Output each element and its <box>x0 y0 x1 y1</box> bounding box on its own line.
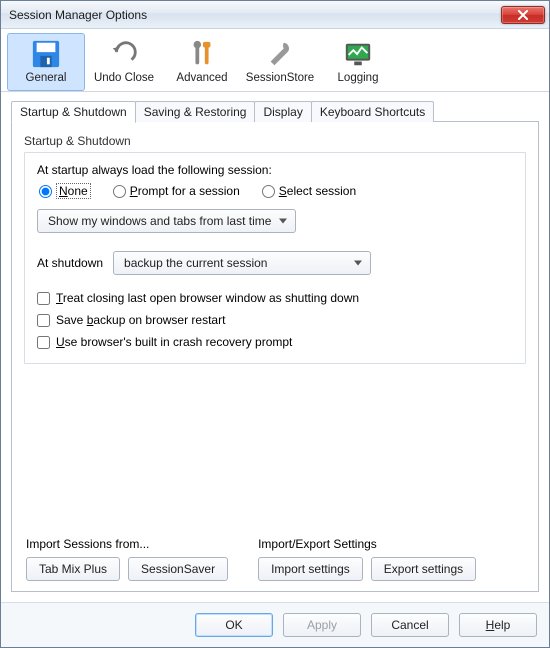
check-save-backup[interactable]: Save backup on browser restart <box>37 313 513 327</box>
group-title: Startup & Shutdown <box>24 134 526 148</box>
dialog-footer: OK Apply Cancel Help <box>1 602 549 647</box>
radio-prompt[interactable]: Prompt for a session <box>113 184 240 198</box>
import-export-section: Import/Export Settings Import settings E… <box>258 537 476 581</box>
maintab-label: SessionStore <box>246 72 314 84</box>
floppy-icon <box>30 38 62 70</box>
check-treat-close[interactable]: Treat closing last open browser window a… <box>37 291 513 305</box>
import-export-title: Import/Export Settings <box>258 537 476 551</box>
check-treat-close-input[interactable] <box>37 292 50 305</box>
radio-prompt-input[interactable] <box>113 185 126 198</box>
shutdown-label: At shutdown <box>37 256 103 270</box>
cancel-button[interactable]: Cancel <box>371 613 449 637</box>
undo-icon <box>108 38 140 70</box>
inner-tab-strip: Startup & Shutdown Saving & Restoring Di… <box>11 101 539 122</box>
maintab-label: Undo Close <box>94 72 154 84</box>
content-area: Startup & Shutdown Saving & Restoring Di… <box>1 92 549 602</box>
shutdown-dropdown[interactable]: backup the current session <box>113 251 371 275</box>
maintab-general[interactable]: General <box>7 33 85 91</box>
radio-none[interactable]: None <box>39 183 91 199</box>
check-crash-recovery-label: Use browser's built in crash recovery pr… <box>56 335 292 349</box>
close-button[interactable] <box>501 6 545 24</box>
apply-button[interactable]: Apply <box>283 613 361 637</box>
chevron-down-icon <box>354 261 362 266</box>
btn-sessionsaver[interactable]: SessionSaver <box>128 557 228 581</box>
shutdown-dropdown-value: backup the current session <box>124 256 267 270</box>
radio-select-input[interactable] <box>262 185 275 198</box>
maintab-sessionstore[interactable]: SessionStore <box>241 33 319 91</box>
radio-none-label: None <box>56 183 91 199</box>
tab-panel: Startup & Shutdown At startup always loa… <box>11 121 539 592</box>
options-window: Session Manager Options General Undo Clo… <box>0 0 550 648</box>
maintab-logging[interactable]: Logging <box>319 33 397 91</box>
btn-tabmixplus[interactable]: Tab Mix Plus <box>26 557 120 581</box>
tab-keyboard[interactable]: Keyboard Shortcuts <box>311 101 434 122</box>
check-save-backup-input[interactable] <box>37 314 50 327</box>
startup-dropdown[interactable]: Show my windows and tabs from last time <box>37 209 296 233</box>
monitor-icon <box>342 38 374 70</box>
tab-startup-shutdown[interactable]: Startup & Shutdown <box>11 101 136 123</box>
checkbox-list: Treat closing last open browser window a… <box>37 291 513 349</box>
tab-display[interactable]: Display <box>254 101 311 122</box>
import-sessions-title: Import Sessions from... <box>26 537 228 551</box>
help-button[interactable]: Help <box>459 613 537 637</box>
btn-export-settings[interactable]: Export settings <box>371 557 476 581</box>
close-icon <box>518 10 528 20</box>
maintab-advanced[interactable]: Advanced <box>163 33 241 91</box>
chevron-down-icon <box>279 219 287 224</box>
check-save-backup-label: Save backup on browser restart <box>56 313 225 327</box>
btn-import-settings[interactable]: Import settings <box>258 557 363 581</box>
check-crash-recovery[interactable]: Use browser's built in crash recovery pr… <box>37 335 513 349</box>
radio-prompt-label: Prompt for a session <box>130 184 240 198</box>
tools-icon <box>186 38 218 70</box>
radio-none-input[interactable] <box>39 185 52 198</box>
startup-shutdown-group: At startup always load the following ses… <box>24 152 526 364</box>
maintab-label: Advanced <box>176 72 227 84</box>
check-treat-close-label: Treat closing last open browser window a… <box>56 291 359 305</box>
radio-select-label: Select session <box>279 184 356 198</box>
startup-dropdown-value: Show my windows and tabs from last time <box>48 214 271 228</box>
startup-text: At startup always load the following ses… <box>37 163 513 177</box>
titlebar: Session Manager Options <box>1 1 549 29</box>
radio-select[interactable]: Select session <box>262 184 356 198</box>
maintab-label: General <box>26 72 67 84</box>
import-sessions-section: Import Sessions from... Tab Mix Plus Ses… <box>26 537 228 581</box>
maintab-undo-close[interactable]: Undo Close <box>85 33 163 91</box>
ok-button[interactable]: OK <box>195 613 273 637</box>
wrench-icon <box>264 38 296 70</box>
main-tab-bar: General Undo Close Advanced SessionStore… <box>1 29 549 92</box>
maintab-label: Logging <box>338 72 379 84</box>
window-title: Session Manager Options <box>9 8 501 22</box>
bottom-sections: Import Sessions from... Tab Mix Plus Ses… <box>24 533 526 581</box>
tab-saving-restoring[interactable]: Saving & Restoring <box>135 101 256 122</box>
check-crash-recovery-input[interactable] <box>37 336 50 349</box>
startup-radio-group: None Prompt for a session Select session <box>39 183 513 199</box>
shutdown-row: At shutdown backup the current session <box>37 251 513 275</box>
